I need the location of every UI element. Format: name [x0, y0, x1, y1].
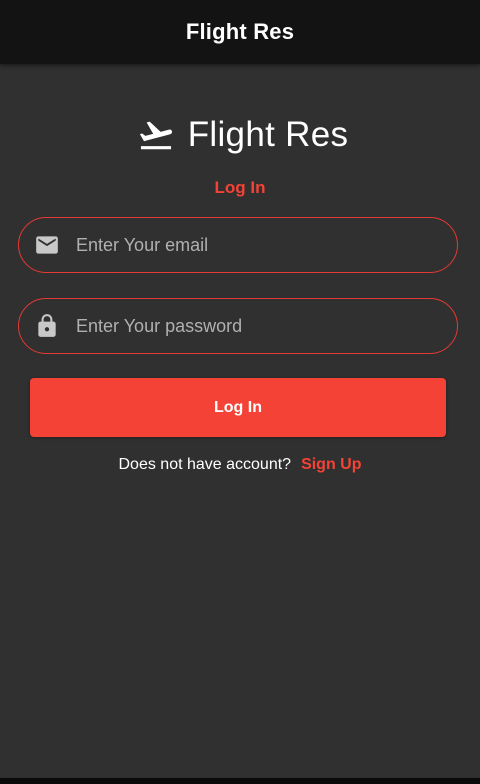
lock-icon	[34, 313, 60, 339]
brand-header: Flight Res	[0, 114, 480, 156]
brand-name: Flight Res	[187, 115, 349, 154]
password-field[interactable]	[18, 298, 458, 354]
password-input[interactable]	[76, 299, 457, 353]
email-field[interactable]	[18, 217, 458, 273]
flight-takeoff-icon	[139, 121, 172, 150]
login-heading: Log In	[214, 178, 266, 197]
login-button[interactable]: Log In	[30, 378, 446, 437]
system-nav-bar	[0, 778, 480, 784]
app-bar: Flight Res	[0, 0, 480, 64]
signup-row: Does not have account? Sign Up	[0, 456, 480, 474]
signup-link[interactable]: Sign Up	[301, 456, 361, 474]
email-input[interactable]	[76, 218, 457, 272]
mail-icon	[34, 232, 60, 258]
signup-prompt: Does not have account?	[118, 456, 292, 473]
app-bar-title: Flight Res	[185, 19, 295, 44]
